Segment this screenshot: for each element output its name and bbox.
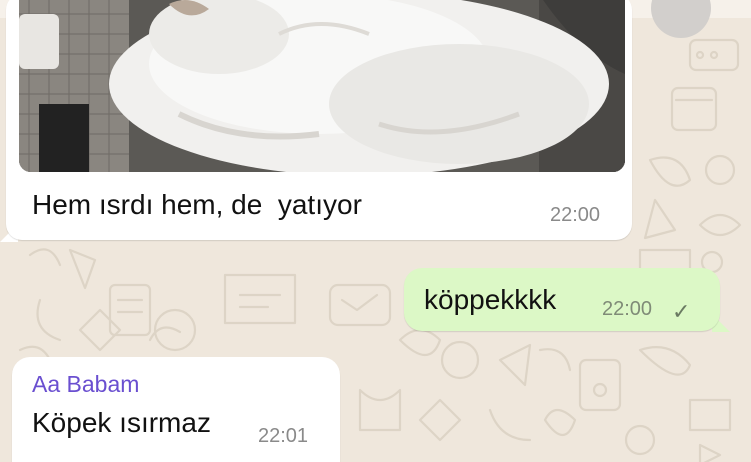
sender-name[interactable]: Aa Babam	[32, 371, 139, 398]
message-text: Köpek ısırmaz	[32, 407, 211, 438]
cat-photo	[19, 0, 625, 172]
message-time: 22:01	[258, 425, 309, 447]
incoming-photo-message[interactable]: Hem ısrdı hem, de yatıyor 22:00	[6, 0, 632, 240]
incoming-message[interactable]: Aa Babam Köpek ısırmaz 22:01	[12, 357, 340, 462]
message-time: 22:00	[550, 204, 601, 226]
check-icon: ✓	[672, 299, 691, 324]
outgoing-message[interactable]: köppekkkk 22:00 ✓	[404, 268, 720, 331]
message-text: Hem ısrdı hem, de yatıyor	[32, 189, 362, 220]
message-time: 22:00	[602, 298, 653, 320]
message-text: köppekkkk	[424, 284, 557, 315]
message-photo[interactable]	[19, 0, 625, 172]
